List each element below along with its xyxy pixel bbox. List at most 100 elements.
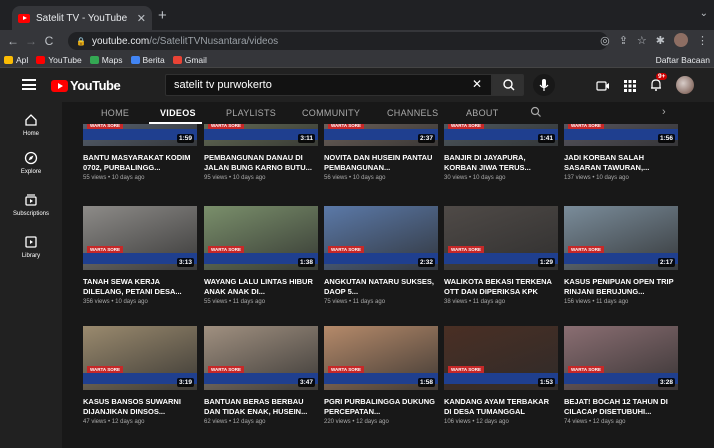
browser-tab[interactable]: Satelit TV - YouTube ✕ [12,6,152,30]
guide-item-home[interactable]: Home [0,112,62,137]
video-title[interactable]: BANTUAN BERAS BERBAU DAN TIDAK ENAK, HUS… [204,397,316,417]
search-input[interactable]: satelit tv purwokerto [165,74,492,96]
bookmark-label: Gmail [184,54,207,65]
video-meta: 95 views • 10 days ago [204,175,266,181]
bookmark-item[interactable]: Maps [89,55,123,65]
bookmark-star-icon[interactable]: ☆ [637,34,647,47]
reading-list-button[interactable]: Daftar Bacaan [656,55,710,65]
thumbnail-label: WARTA SORE [568,366,604,373]
search-button[interactable] [492,74,524,96]
video-thumbnail[interactable]: WARTA SORE 2:32 [324,206,438,270]
guide-item-library[interactable]: Library [0,234,62,259]
video-title[interactable]: KASUS PENIPUAN OPEN TRIP RINJANI BERUJUN… [564,277,676,297]
tab-playlists[interactable]: PLAYLISTS [226,108,276,118]
youtube-logo[interactable]: YouTube [51,78,121,93]
forward-icon[interactable]: → [22,34,40,48]
video-thumbnail[interactable]: WARTA SORE 3:11 [204,124,318,146]
video-duration: 1:58 [417,378,435,387]
video-title[interactable]: PEMBANGUNAN DANAU DI JALAN BUNG KARNO BU… [204,153,316,173]
video-title[interactable]: JADI KORBAN SALAH SASARAN TAWURAN,... [564,153,676,173]
thumbnail-label: WARTA SORE [568,246,604,253]
thumbnail-label: WARTA SORE [87,366,123,373]
video-thumbnail[interactable]: WARTA SORE 3:47 [204,326,318,390]
video-thumbnail[interactable]: WARTA SORE 3:28 [564,326,678,390]
video-title[interactable]: TANAH SEWA KERJA DILELANG, PETANI DESA..… [83,277,195,297]
bookmark-item[interactable]: Gmail [172,54,207,65]
video-meta: 30 views • 10 days ago [444,175,506,181]
url-path: /c/SatelitTVNusantara/videos [149,35,279,47]
tab-about[interactable]: ABOUT [466,108,499,118]
tab-videos[interactable]: VIDEOS [160,108,196,118]
video-title[interactable]: BANTU MASYARAKAT KODIM 0702, PURBALINGG.… [83,153,195,173]
video-thumbnail[interactable]: WARTA SORE 1:41 [444,124,558,146]
guide-item-label: Subscriptions [12,211,50,217]
bookmark-item[interactable]: Apl [4,55,28,65]
voice-search-button[interactable] [533,74,555,96]
tab-title: Satelit TV - YouTube [36,12,128,24]
tabs-scroll-right-icon[interactable]: › [662,106,666,118]
back-icon[interactable]: ← [4,34,22,48]
video-title[interactable]: KANDANG AYAM TERBAKAR DI DESA TUMANGGAL [444,397,556,417]
video-title[interactable]: ANGKUTAN NATARU SUKSES, DAOP 5... [324,277,436,297]
clear-search-icon[interactable]: ✕ [472,77,482,91]
apps-grid-icon[interactable] [624,80,636,92]
video-title[interactable]: WALIKOTA BEKASI TERKENA OTT DAN DIPERIKS… [444,277,556,297]
video-title[interactable]: KASUS BANSOS SUWARNI DIJANJIKAN DINSOS..… [83,397,195,417]
hamburger-menu-icon[interactable] [22,79,36,90]
bookmark-item[interactable]: Berita [130,55,165,65]
create-video-icon[interactable] [596,80,610,92]
google-lens-icon[interactable]: ◎ [600,34,610,47]
video-thumbnail[interactable]: WARTA SORE 3:19 [83,326,197,390]
video-thumbnail[interactable]: WARTA SORE 1:58 [324,326,438,390]
account-avatar[interactable] [676,75,694,94]
profile-avatar[interactable] [674,33,688,47]
video-thumbnail[interactable]: WARTA SORE 3:13 [83,206,197,270]
video-title[interactable]: BEJAT! BOCAH 12 TAHUN DI CILACAP DISETUB… [564,397,676,417]
video-duration: 1:53 [537,378,555,387]
close-tab-icon[interactable]: ✕ [137,12,146,25]
channel-tabs: › HOME VIDEOS PLAYLISTS COMMUNITY CHANNELS AB… [62,102,714,124]
youtube-favicon-icon [18,13,30,23]
home-icon [25,114,37,126]
video-duration: 1:56 [657,134,675,143]
bookmark-icon [130,55,140,64]
bookmark-item[interactable]: YouTube [36,55,82,65]
video-title[interactable]: NOVITA DAN HUSEIN PANTAU PEMBANGUNAN... [324,153,436,173]
video-title[interactable]: BANJIR DI JAYAPURA, KORBAN JIWA TERUS... [444,153,556,173]
notifications-button[interactable]: 9+ [650,73,668,94]
microphone-icon [539,79,549,91]
video-thumbnail[interactable]: WARTA SORE 2:37 [324,124,438,146]
video-thumbnail[interactable]: WARTA SORE 1:38 [204,206,318,270]
reload-icon[interactable]: C [40,34,58,48]
youtube-play-logo-icon [51,79,68,92]
library-icon [25,236,37,248]
search-icon [503,79,515,91]
tab-channels[interactable]: CHANNELS [387,108,438,118]
extensions-icon[interactable]: ✱ [656,34,665,47]
guide-item-subscriptions[interactable]: Subscriptions [0,192,62,217]
tab-home[interactable]: HOME [101,108,129,118]
address-bar[interactable]: 🔒 youtube.com /c/SatelitTVNusantara/vide… [68,32,608,50]
video-thumbnail[interactable]: WARTA SORE 1:59 [83,124,197,146]
video-duration: 3:47 [297,378,315,387]
video-thumbnail[interactable]: WARTA SORE 1:56 [564,124,678,146]
tab-community[interactable]: COMMUNITY [302,108,360,118]
share-icon[interactable]: ⇪ [619,34,628,47]
guide-item-explore[interactable]: Explore [0,150,62,175]
video-title[interactable]: WAYANG LALU LINTAS HIBUR ANAK ANAK DI... [204,277,316,297]
notification-count-badge: 9+ [656,73,668,80]
video-thumbnail[interactable]: WARTA SORE 1:53 [444,326,558,390]
new-tab-icon[interactable]: + [158,7,167,24]
youtube-header: YouTube satelit tv purwokerto ✕ 9+ [0,68,714,102]
video-title[interactable]: PGRI PURBALINGGA DUKUNG PERCEPATAN... [324,397,436,417]
video-meta: 75 views • 11 days ago [324,299,386,305]
guide-item-label: Home [22,131,39,137]
video-thumbnail[interactable]: WARTA SORE 2:17 [564,206,678,270]
tab-search-chevron-icon[interactable]: ⌄ [700,8,708,19]
header-actions: 9+ [596,73,694,94]
channel-search-icon[interactable] [530,106,542,118]
video-duration: 2:37 [417,134,435,143]
video-thumbnail[interactable]: WARTA SORE 1:29 [444,206,558,270]
menu-kebab-icon[interactable]: ⋮ [697,34,708,47]
url-host: youtube.com [91,35,150,47]
